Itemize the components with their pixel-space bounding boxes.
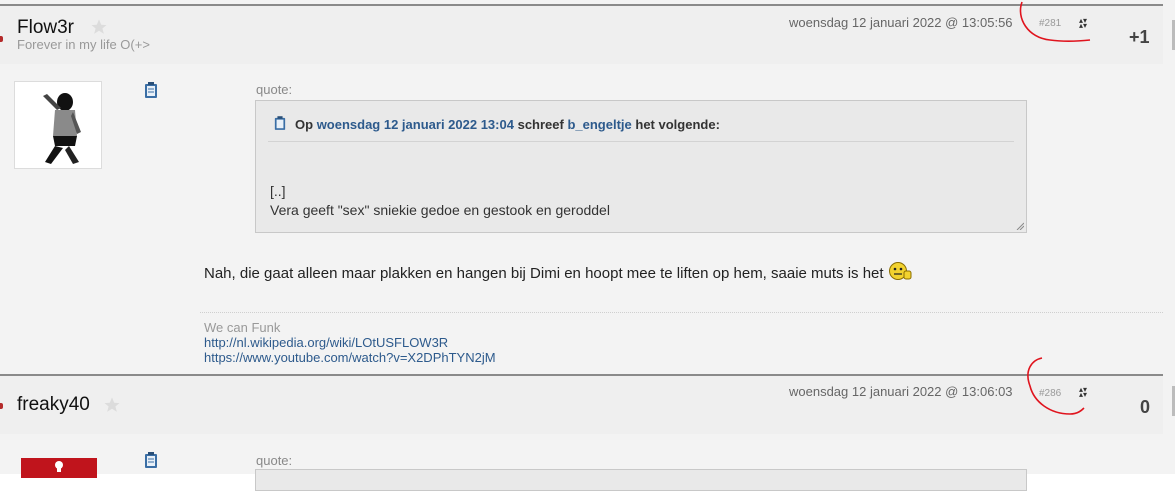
resize-grip-icon[interactable] (1016, 222, 1024, 230)
username[interactable]: freaky40 (17, 394, 90, 416)
signature-link[interactable]: https://www.youtube.com/watch?v=X2DPhTYN… (204, 350, 496, 365)
post-number[interactable]: #281 (1039, 18, 1061, 29)
post-body: Nah, die gaat alleen maar plakken en han… (204, 261, 912, 282)
signature-divider (200, 312, 1163, 313)
quote-op: Op (295, 117, 314, 132)
smiley-icon (888, 262, 912, 280)
post-header: freaky40 woensdag 12 januari 2022 @ 13:0… (0, 374, 1163, 434)
avatar-image (35, 88, 91, 164)
quote-header: Op woensdag 12 januari 2022 13:04 schree… (295, 117, 720, 132)
quote-tail: het volgende: (635, 117, 720, 132)
quote-text-line: [..] (270, 183, 286, 199)
quote-wrote: schreef (517, 117, 564, 132)
star-icon[interactable] (90, 18, 108, 36)
clipboard-icon (274, 116, 286, 130)
quote-label: quote: (256, 82, 293, 97)
side-marker (0, 403, 3, 409)
quote-date-link[interactable]: woensdag 12 januari 2022 13:04 (317, 117, 514, 132)
vote-arrows-icon[interactable]: ▴▾ ▴▾ (1079, 386, 1087, 399)
user-title: Forever in my life O(+> (17, 37, 150, 52)
post-header: Flow3r Forever in my life O(+> woensdag … (0, 4, 1163, 64)
quote-box (255, 469, 1027, 491)
quote-divider (268, 141, 1014, 142)
vote-arrows-icon[interactable]: ▴▾ ▴▾ (1079, 17, 1087, 30)
quote-author-link[interactable]: b_engeltje (567, 117, 631, 132)
avatar[interactable] (21, 458, 97, 478)
quote-text-line: Vera geeft "sex" sniekie gedoe en gestoo… (270, 202, 610, 218)
clipboard-icon[interactable] (144, 452, 158, 469)
post-body-text: Nah, die gaat alleen maar plakken en han… (204, 265, 884, 282)
quote-box: Op woensdag 12 januari 2022 13:04 schree… (255, 100, 1027, 233)
signature-link[interactable]: http://nl.wikipedia.org/wiki/LOtUSFLOW3R (204, 335, 448, 350)
side-marker (0, 36, 3, 42)
star-icon[interactable] (103, 396, 121, 414)
post-number[interactable]: #286 (1039, 388, 1061, 399)
quote-label: quote: (256, 453, 293, 468)
post-date: woensdag 12 januari 2022 @ 13:05:56 (789, 15, 1013, 30)
avatar[interactable] (14, 81, 102, 169)
clipboard-icon[interactable] (144, 82, 158, 99)
post-score: 0 (1140, 397, 1151, 417)
username[interactable]: Flow3r (17, 17, 74, 39)
forum-post: Flow3r Forever in my life O(+> woensdag … (0, 0, 1175, 374)
forum-post: freaky40 woensdag 12 januari 2022 @ 13:0… (0, 374, 1175, 491)
avatar-image (55, 461, 63, 472)
post-date: woensdag 12 januari 2022 @ 13:06:03 (789, 384, 1013, 399)
signature-text: We can Funk (204, 320, 281, 335)
post-score: +1 (1129, 27, 1150, 47)
